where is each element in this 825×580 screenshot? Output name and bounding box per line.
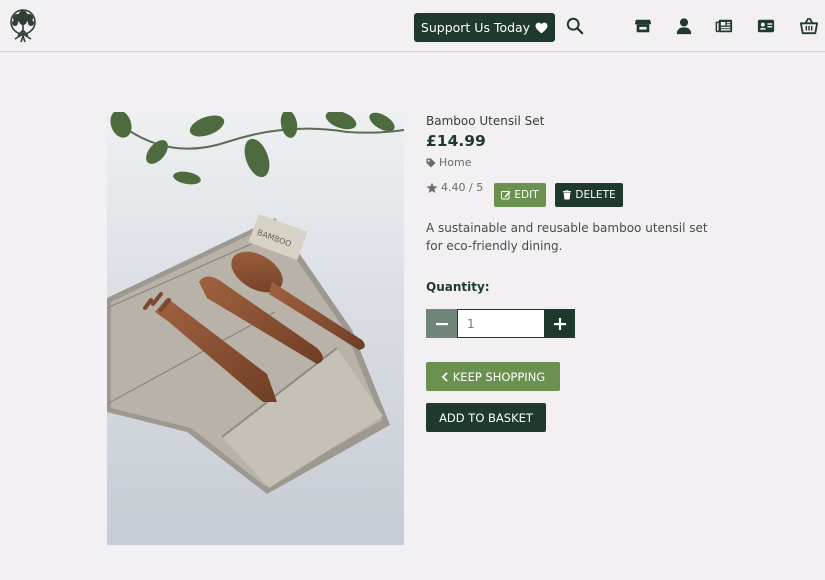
tag-icon [426, 158, 436, 167]
add-to-basket-button[interactable]: ADD TO BASKET [426, 403, 546, 432]
search-icon[interactable] [566, 17, 584, 35]
support-us-label: Support Us Today [420, 20, 531, 35]
product-image: BAMBOO [107, 112, 404, 545]
chevron-left-icon [441, 371, 448, 382]
product-description: A sustainable and reusable bamboo utensi… [426, 221, 708, 253]
product-rating: 4.40 / 5 [426, 181, 483, 194]
id-card-icon[interactable] [757, 17, 775, 35]
edit-button[interactable]: EDIT [494, 183, 546, 207]
edit-button-label: EDIT [514, 189, 539, 201]
product-price: £14.99 [426, 132, 486, 150]
basket-icon[interactable] [800, 17, 818, 35]
quantity-increment-button[interactable] [544, 309, 575, 338]
add-to-basket-label: ADD TO BASKET [439, 410, 533, 425]
plus-icon [553, 317, 566, 330]
navbar: Support Us Today [0, 0, 825, 52]
product-category-label: Home [439, 156, 472, 169]
minus-icon [435, 322, 448, 325]
tree-logo-icon[interactable] [5, 8, 41, 46]
trash-icon [563, 190, 572, 200]
support-us-button[interactable]: Support Us Today [414, 13, 555, 42]
store-icon[interactable] [634, 17, 652, 35]
product-rating-value: 4.40 / 5 [441, 181, 484, 194]
keep-shopping-button[interactable]: KEEP SHOPPING [426, 362, 560, 391]
delete-button[interactable]: DELETE [555, 183, 623, 207]
quantity-decrement-button[interactable] [426, 309, 457, 338]
delete-button-label: DELETE [575, 189, 616, 201]
heart-icon [535, 22, 548, 33]
keep-shopping-label: KEEP SHOPPING [452, 369, 546, 384]
quantity-label: Quantity: [426, 280, 490, 294]
quantity-input[interactable] [457, 309, 545, 338]
product-category[interactable]: Home [426, 156, 471, 169]
edit-icon [501, 191, 511, 200]
user-icon[interactable] [675, 17, 693, 35]
news-icon[interactable] [715, 17, 733, 35]
star-icon [426, 182, 438, 193]
product-name: Bamboo Utensil Set [426, 114, 545, 128]
